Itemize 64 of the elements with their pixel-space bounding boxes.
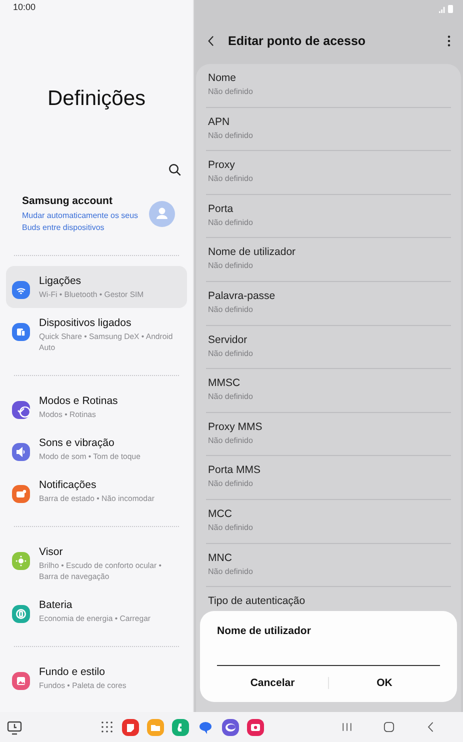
dialog-button[interactable]: Cancelar <box>217 672 328 694</box>
apn-field[interactable]: Porta Não definido <box>206 194 451 238</box>
apn-field[interactable]: MNC Não definido <box>206 544 451 588</box>
field-value: Não definido <box>208 130 254 140</box>
item-title: Modos e Rotinas <box>39 395 118 407</box>
item-title: Visor <box>39 546 64 558</box>
field-label: Tipo de autenticação <box>208 595 306 608</box>
account-name[interactable]: Samsung account <box>22 195 142 207</box>
search-icon[interactable] <box>168 163 182 177</box>
field-value: Não definido <box>208 174 254 184</box>
field-value: Não definido <box>208 392 254 402</box>
field-label: Palavra-passe <box>208 290 276 302</box>
browser-app-icon[interactable] <box>222 718 239 736</box>
field-label: Proxy <box>208 159 236 172</box>
apn-field[interactable]: MCC Não definido <box>206 500 451 544</box>
account-subtitle: Mudar automaticamente os seus Buds entre dispositivos <box>22 210 140 233</box>
field-label: Porta MMS <box>208 464 262 476</box>
apn-field[interactable]: Nome de utilizador Não definido <box>206 238 451 282</box>
apn-field[interactable]: Porta MMS Não definido <box>206 456 451 500</box>
phone-app-icon[interactable] <box>172 718 189 736</box>
screen-title: Editar ponto de acesso <box>228 34 367 48</box>
field-value: Não definido <box>208 566 254 576</box>
field-label: MCC <box>208 508 233 520</box>
item-title: Sons e vibração <box>39 437 116 449</box>
apn-field[interactable]: Proxy Não definido <box>206 151 451 195</box>
field-value: Não definido <box>208 522 254 532</box>
field-value: Não definido <box>208 218 254 227</box>
apn-field[interactable]: APN Não definido <box>206 108 451 152</box>
field-label: Porta <box>208 202 234 215</box>
app-grid-icon[interactable] <box>100 720 114 734</box>
item-title: Dispositivos ligados <box>39 317 132 329</box>
notes-app-icon[interactable] <box>122 718 139 736</box>
field-value: Não definido <box>208 348 254 358</box>
field-value: Não definido <box>208 479 254 488</box>
field-label: MMSC <box>208 377 242 390</box>
field-value: Não definido <box>208 87 254 96</box>
item-title: Bateria <box>39 599 74 611</box>
more-options-icon[interactable] <box>447 35 451 47</box>
item-title: Notificações <box>39 479 98 491</box>
camera-app-icon[interactable] <box>247 718 264 736</box>
item-title: Fundo e estilo <box>39 666 106 678</box>
field-value: Não definido <box>208 304 254 314</box>
field-label: MNC <box>208 552 233 564</box>
desktop-mode-icon[interactable] <box>6 718 23 736</box>
apn-field[interactable]: Proxy MMS Não definido <box>206 412 451 456</box>
item-title: Ligações <box>39 275 82 287</box>
signal-icon <box>439 6 446 12</box>
dialog-button[interactable]: OK <box>329 672 440 694</box>
page-title: Definições <box>46 87 147 111</box>
field-value: Não definido <box>208 436 254 445</box>
battery-icon <box>448 5 453 13</box>
home-icon[interactable] <box>383 721 395 733</box>
field-label: Nome de utilizador <box>208 246 297 258</box>
field-label: APN <box>208 116 231 128</box>
apn-field[interactable]: Servidor Não definido <box>206 326 451 370</box>
apn-field[interactable]: Palavra-passe Não definido <box>206 282 451 326</box>
field-label: Servidor <box>208 334 248 346</box>
field-value: Não definido <box>208 261 254 270</box>
recents-icon[interactable] <box>341 721 353 733</box>
apn-field[interactable]: Nome Não definido <box>206 64 451 108</box>
field-label: Proxy MMS <box>208 420 264 433</box>
apn-field[interactable]: MMSC Não definido <box>206 369 451 413</box>
field-label: Nome <box>208 72 238 84</box>
status-time: 10:00 <box>13 2 37 14</box>
